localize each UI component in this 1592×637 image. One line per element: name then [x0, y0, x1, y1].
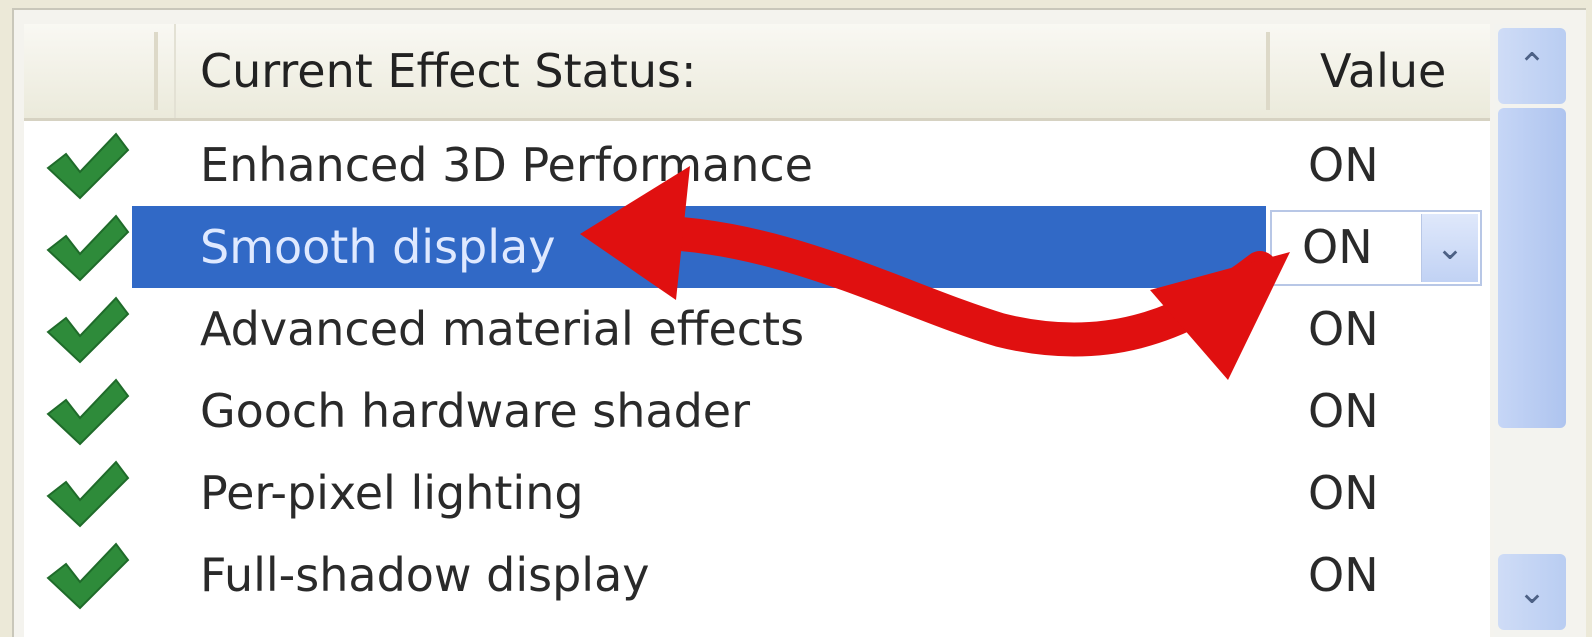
checkmark-icon: [42, 128, 132, 204]
scrollbar-thumb[interactable]: [1498, 108, 1566, 428]
table-row[interactable]: Gooch hardware shader ON: [24, 370, 1490, 452]
dropdown-selected-value: ON: [1302, 220, 1373, 274]
header-icon-column[interactable]: [24, 24, 176, 118]
effect-status-list[interactable]: Current Effect Status: Value Enhanced 3D…: [24, 24, 1490, 637]
table-row[interactable]: Advanced material effects ON: [24, 288, 1490, 370]
effect-name: Gooch hardware shader: [200, 384, 751, 438]
checkmark-icon: [42, 210, 132, 286]
effect-name: Per-pixel lighting: [200, 466, 584, 520]
effect-value[interactable]: ON: [1308, 138, 1379, 192]
list-header: Current Effect Status: Value: [24, 24, 1490, 121]
column-header-effect-status[interactable]: Current Effect Status:: [200, 44, 696, 98]
effect-name: Advanced material effects: [200, 302, 805, 356]
checkmark-icon: [42, 292, 132, 368]
effect-name: Smooth display: [200, 220, 556, 274]
effect-value[interactable]: ON: [1308, 466, 1379, 520]
checkmark-icon: [42, 456, 132, 532]
vertical-scrollbar[interactable]: ⌃ ⌄: [1494, 24, 1570, 637]
column-divider[interactable]: [1266, 32, 1270, 110]
table-row-selected[interactable]: Smooth display ON ⌄: [24, 206, 1490, 288]
effect-value[interactable]: ON: [1308, 302, 1379, 356]
table-row[interactable]: Enhanced 3D Performance ON: [24, 124, 1490, 206]
checkmark-icon: [42, 374, 132, 450]
effect-name: Full-shadow display: [200, 548, 650, 602]
chevron-down-icon[interactable]: ⌄: [1498, 554, 1566, 630]
effect-value[interactable]: ON: [1308, 548, 1379, 602]
table-row[interactable]: Full-shadow display ON: [24, 534, 1490, 616]
column-header-value[interactable]: Value: [1320, 44, 1446, 98]
effect-name: Enhanced 3D Performance: [200, 138, 813, 192]
effect-value[interactable]: ON: [1308, 384, 1379, 438]
chevron-up-icon[interactable]: ⌃: [1498, 28, 1566, 104]
value-dropdown[interactable]: ON ⌄: [1270, 210, 1482, 286]
table-row[interactable]: Per-pixel lighting ON: [24, 452, 1490, 534]
checkmark-icon: [42, 538, 132, 614]
chevron-down-icon[interactable]: ⌄: [1421, 214, 1478, 282]
